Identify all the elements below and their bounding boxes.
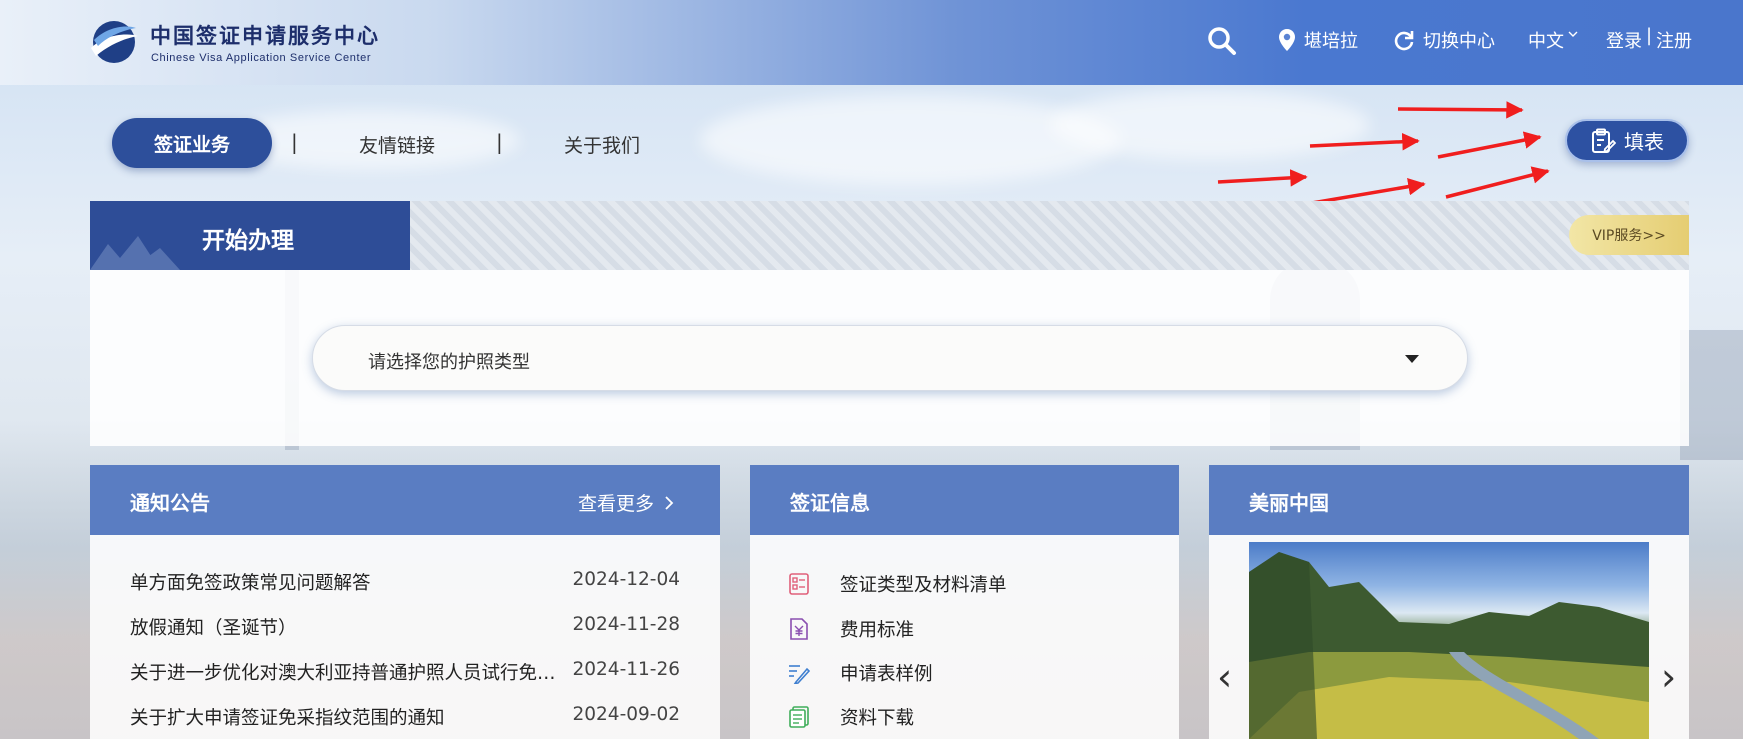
- fill-form-button[interactable]: 填表: [1565, 119, 1689, 162]
- carousel-next-button[interactable]: ›: [1661, 655, 1676, 699]
- visa-info-label: 签证类型及材料清单: [840, 575, 1007, 596]
- beautiful-china-header: 美丽中国: [1209, 465, 1689, 535]
- nav-friendly-links[interactable]: 友情链接: [359, 131, 435, 158]
- location-pin-icon: [1279, 29, 1295, 51]
- location-label: 堪培拉: [1304, 31, 1358, 52]
- search-icon: [1208, 27, 1236, 55]
- checklist-icon: [789, 573, 809, 595]
- notice-title: 放假通知（圣诞节）: [130, 618, 297, 639]
- nav-about-us[interactable]: 关于我们: [564, 131, 640, 158]
- visa-info-label: 资料下载: [840, 708, 915, 729]
- notice-title: 单方面免签政策常见问题解答: [130, 573, 371, 594]
- download-document-icon: [789, 706, 809, 728]
- language-label: 中文: [1528, 31, 1564, 52]
- notice-title: 关于进一步优化对澳大利亚持普通护照人员试行免签政策的通知: [130, 663, 565, 684]
- notice-title: 关于扩大申请签证免采指纹范围的通知: [130, 708, 445, 729]
- passport-type-placeholder: 请选择您的护照类型: [368, 352, 530, 373]
- annotation-arrow: [1217, 169, 1308, 187]
- top-header: 中国签证申请服务中心 Chinese Visa Application Serv…: [0, 0, 1743, 85]
- view-more-link[interactable]: 查看更多: [578, 489, 674, 516]
- visa-info-item[interactable]: 费用标准: [788, 614, 914, 644]
- landscape-photo[interactable]: [1249, 542, 1649, 739]
- chevron-right-icon: [665, 495, 674, 510]
- notice-item[interactable]: 关于进一步优化对澳大利亚持普通护照人员试行免签政策的通知 2024-11-26: [130, 659, 680, 689]
- pen-form-icon: [789, 665, 810, 684]
- search-button[interactable]: [1207, 26, 1237, 56]
- vip-service-link[interactable]: VIP服务>>: [1569, 215, 1689, 255]
- visa-info-label: 费用标准: [840, 620, 915, 641]
- background-tower: [1680, 330, 1743, 460]
- visa-info-title: 签证信息: [790, 491, 870, 515]
- background-cloud: [700, 95, 1120, 185]
- landscape-image: [1249, 552, 1649, 739]
- notices-title: 通知公告: [130, 491, 210, 515]
- notice-date: 2024-11-28: [572, 614, 680, 635]
- nav-divider: |: [496, 130, 503, 154]
- yuan-document-icon: [790, 618, 808, 640]
- refresh-icon: [1394, 31, 1414, 51]
- carousel-prev-button[interactable]: ‹: [1217, 655, 1232, 699]
- fill-form-label: 填表: [1624, 130, 1664, 154]
- logo-icon[interactable]: [88, 18, 140, 66]
- chevron-down-icon: [1568, 31, 1578, 37]
- visa-info-header: 签证信息: [750, 465, 1179, 535]
- auth-divider: |: [1646, 25, 1653, 46]
- caret-down-icon: [1405, 355, 1419, 363]
- nav-visa-business[interactable]: 签证业务: [112, 118, 272, 168]
- location-selector[interactable]: 堪培拉: [1278, 27, 1358, 53]
- beautiful-china-title: 美丽中国: [1249, 491, 1329, 515]
- clipboard-edit-icon: [1592, 128, 1616, 153]
- visa-info-item[interactable]: 签证类型及材料清单: [788, 569, 1007, 599]
- notice-item[interactable]: 放假通知（圣诞节） 2024-11-28: [130, 614, 680, 644]
- logo-title[interactable]: 中国签证申请服务中心: [150, 20, 380, 50]
- visa-info-card: 签证信息 签证类型及材料清单 费用标准 申请表样例 资料下载: [750, 465, 1179, 739]
- background-cloud: [1050, 90, 1370, 160]
- notices-header: 通知公告 查看更多: [90, 465, 720, 535]
- start-panel-title: 开始办理: [202, 228, 294, 254]
- view-more-label: 查看更多: [577, 493, 654, 515]
- login-link[interactable]: 登录: [1606, 27, 1642, 53]
- annotation-arrow: [1445, 166, 1550, 199]
- beautiful-china-card: 美丽中国 ‹ ›: [1209, 465, 1689, 739]
- notice-date: 2024-12-04: [572, 569, 680, 590]
- register-link[interactable]: 注册: [1656, 27, 1692, 53]
- visa-info-item[interactable]: 申请表样例: [788, 658, 933, 688]
- switch-center-button[interactable]: 切换中心: [1393, 27, 1495, 53]
- visa-info-item[interactable]: 资料下载: [788, 702, 914, 732]
- notices-card: 通知公告 查看更多 单方面免签政策常见问题解答 2024-12-04 放假通知（…: [90, 465, 720, 739]
- notice-item[interactable]: 关于扩大申请签证免采指纹范围的通知 2024-09-02: [130, 704, 680, 734]
- nav-divider: |: [291, 130, 298, 154]
- language-selector[interactable]: 中文: [1528, 27, 1578, 53]
- logo-subtitle[interactable]: Chinese Visa Application Service Center: [151, 52, 371, 64]
- switch-center-label: 切换中心: [1423, 31, 1495, 52]
- passport-type-select[interactable]: 请选择您的护照类型: [312, 325, 1468, 391]
- notice-date: 2024-09-02: [572, 704, 680, 725]
- annotation-arrow: [1397, 101, 1524, 119]
- notice-item[interactable]: 单方面免签政策常见问题解答 2024-12-04: [130, 569, 680, 599]
- visa-info-label: 申请表样例: [840, 664, 933, 685]
- annotation-arrow: [1437, 131, 1542, 159]
- notice-date: 2024-11-26: [572, 659, 680, 680]
- mountain-icon: [90, 236, 180, 270]
